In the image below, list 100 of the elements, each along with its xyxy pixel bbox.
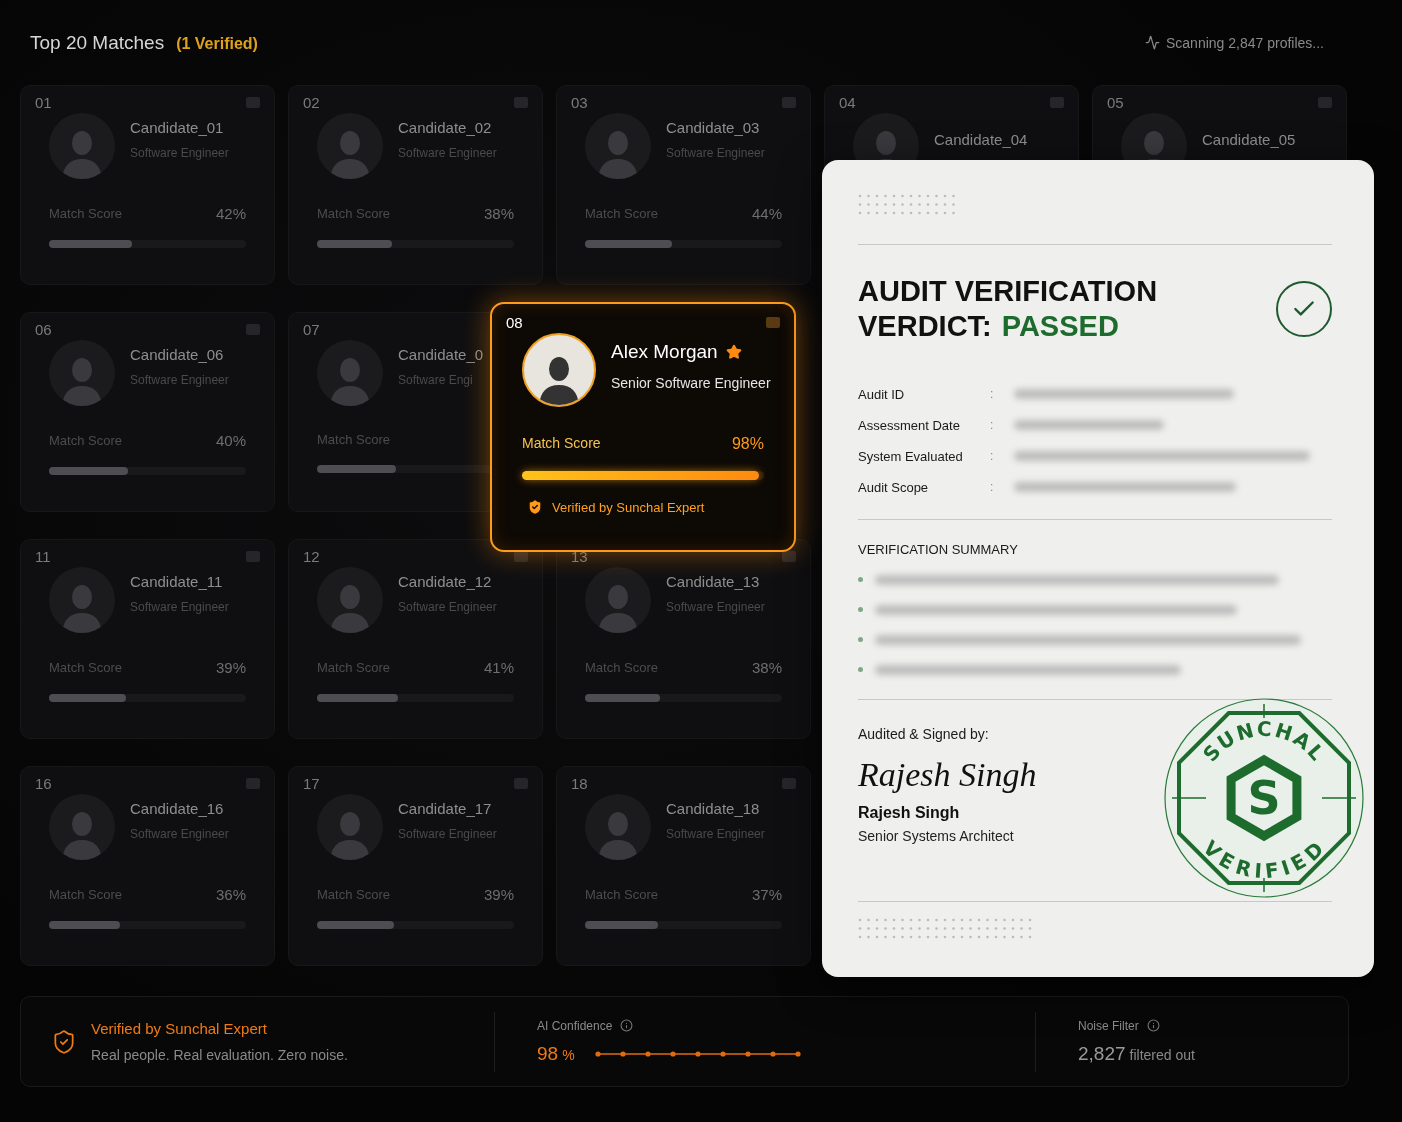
field-label: System Evaluated bbox=[858, 448, 964, 464]
field-label: Audit ID bbox=[858, 386, 906, 402]
square-icon bbox=[246, 778, 260, 789]
score-value: 39% bbox=[483, 886, 514, 903]
candidate-name: Candidate_02 bbox=[398, 118, 493, 136]
field-label: Assessment Date bbox=[858, 417, 961, 433]
candidate-role: Software Engi bbox=[398, 372, 474, 387]
candidate-role: Senior Software Engineer bbox=[611, 375, 771, 391]
candidate-name: Candidate_18 bbox=[666, 799, 761, 817]
card-number: 18 bbox=[571, 775, 588, 792]
verdict-value: PASSED bbox=[1001, 309, 1119, 343]
square-icon bbox=[514, 551, 528, 562]
card-number: 02 bbox=[303, 94, 320, 111]
candidate-name: Candidate_04 bbox=[934, 130, 1028, 148]
score-label: Match Score bbox=[49, 433, 122, 448]
field-separator: : bbox=[990, 387, 995, 401]
confidence-unit: % bbox=[562, 1046, 575, 1063]
featured-candidate-card[interactable]: 08 Alex Morgan Senior Software Engineer Match Score 98% Verified by Sunchal Expert bbox=[490, 302, 796, 552]
card-number: 16 bbox=[35, 775, 52, 792]
info-icon[interactable] bbox=[620, 1019, 634, 1032]
square-icon bbox=[246, 97, 260, 108]
candidate-name: Alex Morgan bbox=[611, 341, 718, 363]
filtered-count: 2,827 bbox=[1078, 1042, 1126, 1065]
score-label: Match Score bbox=[585, 660, 658, 675]
candidate-role: Software Engineer bbox=[666, 145, 765, 160]
audit-title: AUDIT VERIFICATION bbox=[858, 274, 1158, 308]
score-label: Match Score bbox=[585, 887, 658, 902]
pulse-icon bbox=[1145, 35, 1160, 50]
badge-title: Verified by Sunchal Expert bbox=[91, 1020, 268, 1037]
signer-title: Senior Systems Architect bbox=[858, 827, 1015, 844]
score-label: Match Score bbox=[585, 206, 658, 221]
bullet-icon bbox=[858, 577, 863, 582]
score-label: Match Score bbox=[49, 660, 122, 675]
square-icon bbox=[766, 317, 780, 328]
signed-by-label: Audited & Signed by: bbox=[858, 725, 990, 742]
square-icon bbox=[246, 324, 260, 335]
square-icon bbox=[1050, 97, 1064, 108]
filtered-label: filtered out bbox=[1129, 1046, 1195, 1063]
star-icon bbox=[725, 344, 742, 360]
candidate-role: Software Engineer bbox=[398, 145, 497, 160]
field-separator: : bbox=[990, 418, 995, 432]
verified-label: Verified by Sunchal Expert bbox=[552, 499, 705, 515]
scanning-status: Scanning 2,847 profiles... bbox=[1166, 34, 1324, 51]
score-label: Match Score bbox=[49, 887, 122, 902]
card-number: 06 bbox=[35, 321, 52, 338]
candidate-name: Candidate_01 bbox=[130, 118, 225, 136]
signature: Rajesh Singh bbox=[858, 755, 1037, 794]
card-number: 01 bbox=[35, 94, 52, 111]
score-value: 38% bbox=[751, 659, 782, 676]
square-icon bbox=[1318, 97, 1332, 108]
score-label: Match Score bbox=[317, 887, 390, 902]
candidate-name: Candidate_12 bbox=[398, 572, 493, 590]
page-title: Top 20 Matches bbox=[30, 31, 165, 54]
verified-count: (1 Verified) bbox=[176, 34, 258, 53]
signer-name: Rajesh Singh bbox=[858, 803, 961, 822]
card-number: 04 bbox=[839, 94, 856, 111]
square-icon bbox=[782, 97, 796, 108]
square-icon bbox=[514, 97, 528, 108]
candidate-role: Software Engineer bbox=[130, 145, 229, 160]
candidate-name: Candidate_17 bbox=[398, 799, 493, 817]
info-icon[interactable] bbox=[1146, 1019, 1160, 1032]
card-number: 07 bbox=[303, 321, 320, 338]
candidate-name: Candidate_0 bbox=[398, 345, 484, 363]
candidate-name: Candidate_03 bbox=[666, 118, 761, 136]
verdict-label: VERDICT: bbox=[858, 309, 992, 343]
confidence-label: AI Confidence bbox=[537, 1018, 613, 1033]
candidate-role: Software Engineer bbox=[398, 599, 497, 614]
field-label: Audit Scope bbox=[858, 479, 930, 495]
card-number: 03 bbox=[571, 94, 588, 111]
noise-filter-label: Noise Filter bbox=[1078, 1018, 1139, 1033]
bullet-icon bbox=[858, 667, 863, 672]
bullet-icon bbox=[858, 607, 863, 612]
score-label: Match Score bbox=[317, 206, 390, 221]
candidate-name: Candidate_11 bbox=[130, 572, 224, 590]
badge-subtitle: Real people. Real evaluation. Zero noise. bbox=[91, 1047, 348, 1063]
candidate-role: Software Engineer bbox=[130, 599, 229, 614]
candidate-role: Software Engineer bbox=[130, 372, 229, 387]
candidate-role: Software Engineer bbox=[130, 826, 229, 841]
square-icon bbox=[782, 778, 796, 789]
bullet-icon bbox=[858, 637, 863, 642]
score-value: 44% bbox=[751, 205, 782, 222]
card-number: 17 bbox=[303, 775, 320, 792]
shield-check-icon bbox=[526, 498, 544, 516]
field-separator: : bbox=[990, 449, 995, 463]
candidate-name: Candidate_13 bbox=[666, 572, 761, 590]
square-icon bbox=[782, 551, 796, 562]
score-value: 38% bbox=[483, 205, 514, 222]
candidate-role: Software Engineer bbox=[398, 826, 497, 841]
candidate-role: Software Engineer bbox=[666, 826, 765, 841]
square-icon bbox=[514, 778, 528, 789]
shield-check-icon bbox=[51, 1028, 77, 1055]
square-icon bbox=[246, 551, 260, 562]
candidate-role: Software Engineer bbox=[666, 599, 765, 614]
score-value: 36% bbox=[215, 886, 246, 903]
candidate-name: Candidate_06 bbox=[130, 345, 225, 363]
field-separator: : bbox=[990, 480, 995, 494]
card-number: 08 bbox=[506, 314, 523, 331]
score-label: Match Score bbox=[522, 435, 601, 453]
card-number: 11 bbox=[35, 548, 51, 565]
score-label: Match Score bbox=[49, 206, 122, 221]
